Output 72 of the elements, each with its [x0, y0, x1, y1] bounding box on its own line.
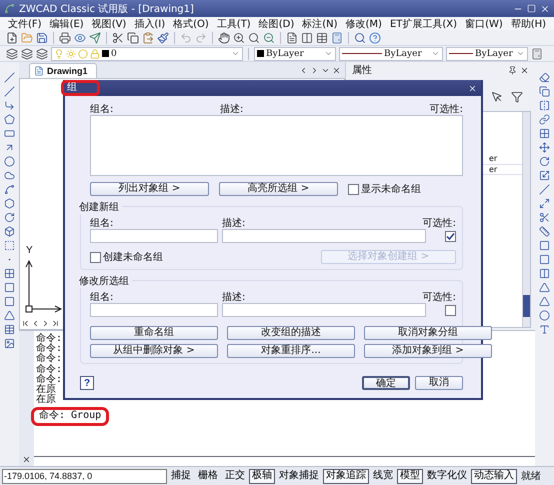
lineweight-value: ByLayer [475, 48, 513, 58]
menu-item[interactable]: 插入(I) [130, 16, 170, 30]
status-toggle[interactable]: 极轴 [249, 468, 275, 484]
linetype-dropdown[interactable]: ByLayer [339, 46, 443, 60]
column-header: 可选性: [430, 102, 463, 114]
status-toggle[interactable]: 动态输入 [471, 468, 517, 484]
action-button[interactable]: 对象重排序... [227, 344, 355, 358]
property-value: er [489, 154, 498, 163]
menu-item[interactable]: 窗口(W) [461, 16, 507, 30]
column-header: 描述: [220, 102, 244, 114]
status-toggle[interactable]: 对象追踪 [323, 468, 369, 484]
tab-label: Drawing1 [47, 66, 88, 76]
field-label: 组名: [90, 291, 114, 302]
command-line: 命令: [36, 344, 62, 354]
document-tab[interactable]: Drawing1 [29, 63, 97, 78]
linetype-value: ByLayer [384, 48, 422, 58]
action-button[interactable]: 添加对象到组 > [364, 344, 492, 358]
checkbox-label: 显示未命名组 [361, 182, 421, 196]
status-toggle[interactable]: 数字化仪 [424, 468, 470, 484]
command-line: 在原 [36, 385, 56, 396]
menu-item[interactable]: 格式(O) [169, 16, 213, 30]
status-text: 就绪 [520, 470, 542, 483]
menu-item[interactable]: 工具(T) [212, 16, 255, 30]
command-line: 命令: [36, 364, 62, 375]
field-label: 描述: [222, 216, 246, 228]
action-button[interactable]: 高亮所选组 > [219, 182, 338, 196]
action-button[interactable]: 取消对象分组 [364, 326, 492, 340]
command-line: 命令: [36, 334, 62, 344]
status-toggle[interactable]: 正交 [222, 468, 248, 484]
status-toggle[interactable]: 线宽 [370, 468, 396, 484]
column-header: 组名: [90, 103, 114, 114]
section-title: 修改所选组 [79, 274, 132, 288]
checkbox-label: 创建未命名组 [103, 250, 163, 264]
dialog-title: 组 [61, 80, 100, 96]
coordinates: -179.0106, 74.8837, 0 [2, 468, 167, 484]
lineweight-dropdown[interactable]: ByLayer [446, 46, 528, 60]
menu-item[interactable]: 修改(M) [342, 16, 386, 30]
command-line: 命令: Group [31, 407, 110, 426]
panel-title: 属性 [352, 64, 373, 77]
command-line: 命令: [36, 354, 62, 364]
action-button[interactable]: 从组中删除对象 > [90, 344, 218, 358]
axis-label: Y [26, 245, 33, 256]
dialog-button[interactable]: 取消 [415, 376, 463, 390]
status-toggle[interactable]: 模型 [397, 468, 423, 484]
menu-item[interactable]: 标注(N) [298, 16, 342, 30]
menu-item[interactable]: 视图(V) [88, 16, 130, 30]
field-label: 组名: [90, 217, 114, 228]
section-title: 创建新组 [79, 200, 122, 214]
action-button[interactable]: 列出对象组 > [90, 182, 209, 196]
field-label: 可选性: [422, 290, 456, 302]
property-value: er [489, 164, 498, 174]
field-label: 描述: [222, 290, 246, 302]
status-toggle[interactable]: 对象捕捉 [276, 468, 322, 484]
status-toggle[interactable]: 捕捉 [168, 468, 194, 484]
layer-dropdown[interactable]: 0 [51, 46, 243, 60]
dialog-button[interactable]: 确定 [362, 376, 410, 390]
menu-item[interactable]: 编辑(E) [46, 16, 88, 30]
color-value: ByLayer [266, 48, 304, 58]
menu-item[interactable]: ET扩展工具(X) [386, 16, 462, 30]
status-toggle[interactable]: 栅格 [195, 468, 221, 484]
command-line: 在原 [36, 395, 56, 406]
help-button[interactable]: ? [80, 376, 94, 390]
command-line: 命令: [36, 374, 62, 385]
color-dropdown[interactable]: ByLayer [254, 46, 336, 60]
menu-item[interactable]: 帮助(H) [506, 16, 550, 30]
menu-item[interactable]: 文件(F) [4, 16, 46, 30]
action-button[interactable]: 改变组的描述 [227, 326, 355, 340]
action-button[interactable]: 重命名组 [90, 326, 218, 340]
menu-item[interactable]: 绘图(D) [254, 16, 298, 30]
window-title: ZWCAD Classic 试用版 - [Drawing1] [19, 2, 195, 16]
field-label: 可选性: [422, 216, 456, 228]
layer-name: 0 [111, 48, 117, 58]
